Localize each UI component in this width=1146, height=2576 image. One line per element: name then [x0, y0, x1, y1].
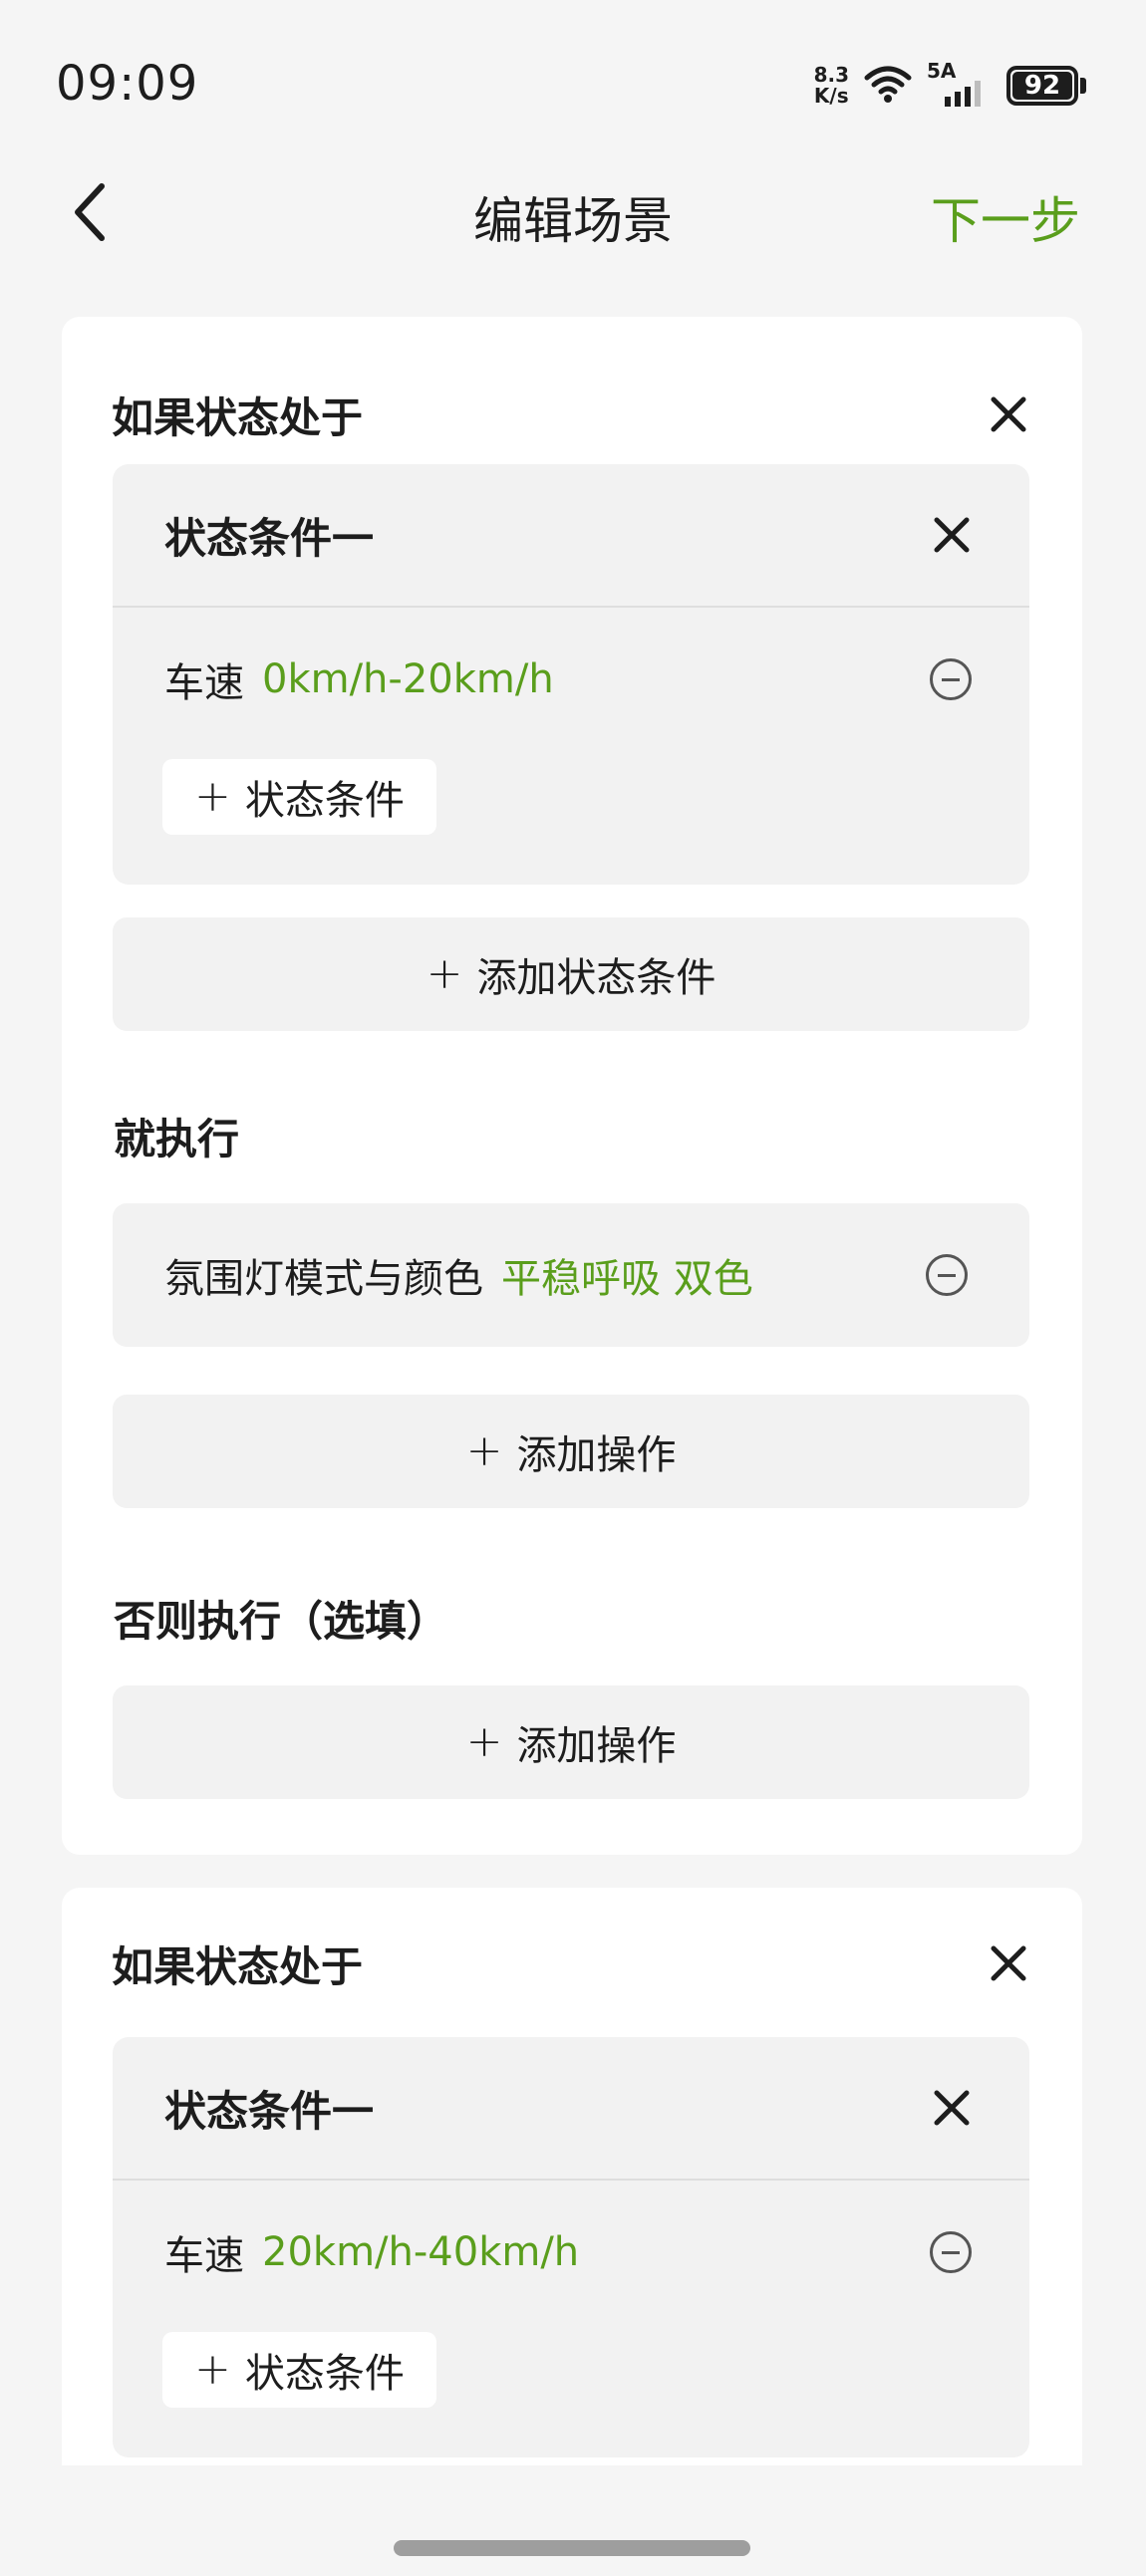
add-action-button[interactable]: + 添加操作	[113, 1395, 1029, 1508]
action-text: 氛围灯模式与颜色 平稳呼吸 双色	[164, 1246, 753, 1304]
status-bar: 09:09 8.3 K/s 5A 92	[0, 0, 1146, 159]
action-name: 氛围灯模式与颜色	[164, 1256, 483, 1302]
then-title: 就执行	[114, 1115, 240, 1163]
add-condition-chip[interactable]: + 状态条件	[162, 2332, 436, 2408]
action-row[interactable]: 氛围灯模式与颜色 平稳呼吸 双色	[113, 1203, 1029, 1347]
condition-value: 0km/h-20km/h	[262, 656, 554, 702]
condition-row[interactable]: 车速 20km/h-40km/h	[113, 2181, 1029, 2324]
condition-group-title: 状态条件一	[164, 2086, 375, 2136]
if-header: 如果状态处于	[112, 365, 1032, 464]
add-action-label: 添加操作	[516, 1432, 677, 1478]
add-condition-chip-label: 状态条件	[244, 778, 405, 824]
scene-rule-card: 如果状态处于 状态条件一 车速 0km/h-20km/h + 状态条件 + 添加…	[62, 317, 1082, 1855]
condition-text: 车速 20km/h-40km/h	[164, 2223, 579, 2281]
condition-group-title: 状态条件一	[164, 513, 375, 563]
add-condition-chip-label: 状态条件	[244, 2351, 405, 2397]
minus-circle-icon[interactable]	[926, 1254, 968, 1296]
plus-icon: +	[194, 2344, 231, 2395]
close-icon[interactable]	[985, 390, 1032, 438]
scene-rule-card-2: 如果状态处于 状态条件一 车速 20km/h-40km/h + 状态条件	[62, 1888, 1082, 2465]
minus-circle-icon[interactable]	[930, 658, 972, 700]
close-icon[interactable]	[928, 511, 976, 559]
action-value: 平稳呼吸 双色	[501, 1256, 753, 1302]
battery-icon: 92	[1006, 66, 1086, 106]
condition-name: 车速	[164, 2233, 244, 2279]
add-condition-group-button[interactable]: + 添加状态条件	[113, 917, 1029, 1031]
add-condition-group-label: 添加状态条件	[476, 955, 716, 1001]
plus-icon: +	[426, 948, 463, 999]
signal-icon	[927, 81, 993, 111]
else-title: 否则执行（选填）	[114, 1597, 449, 1646]
condition-name: 车速	[164, 660, 244, 706]
condition-row[interactable]: 车速 0km/h-20km/h	[113, 608, 1029, 751]
condition-group-header: 状态条件一	[113, 464, 1029, 608]
status-time: 09:09	[56, 56, 199, 112]
if-title: 如果状态处于	[112, 392, 364, 442]
if-header: 如果状态处于	[112, 1914, 1032, 2013]
status-indicators: 8.3 K/s 5A 92	[814, 61, 1086, 111]
network-speed: 8.3 K/s	[814, 65, 849, 107]
condition-group: 状态条件一 车速 0km/h-20km/h + 状态条件	[113, 464, 1029, 885]
condition-text: 车速 0km/h-20km/h	[164, 650, 554, 708]
if-title: 如果状态处于	[112, 1941, 364, 1991]
network-speed-value: 8.3	[813, 63, 849, 87]
app-header: 编辑场景 下一步	[0, 159, 1146, 269]
signal-label: 5A	[927, 59, 957, 83]
condition-value: 20km/h-40km/h	[262, 2229, 580, 2275]
close-icon[interactable]	[985, 1939, 1032, 1987]
home-indicator[interactable]	[394, 2540, 750, 2556]
add-condition-chip[interactable]: + 状态条件	[162, 759, 436, 835]
close-icon[interactable]	[928, 2084, 976, 2132]
plus-icon: +	[465, 1716, 503, 1767]
plus-icon: +	[194, 771, 231, 822]
wifi-icon	[863, 64, 913, 108]
condition-group-header: 状态条件一	[113, 2037, 1029, 2181]
network-speed-unit: K/s	[813, 84, 849, 108]
else-add-action-button[interactable]: + 添加操作	[113, 1685, 1029, 1799]
battery-level: 92	[1012, 71, 1072, 101]
cellular-signal: 5A	[927, 61, 993, 111]
condition-group: 状态条件一 车速 20km/h-40km/h + 状态条件	[113, 2037, 1029, 2457]
next-step-button[interactable]: 下一步	[931, 181, 1080, 253]
plus-icon: +	[465, 1425, 503, 1476]
else-add-action-label: 添加操作	[516, 1723, 677, 1769]
minus-circle-icon[interactable]	[930, 2231, 972, 2273]
